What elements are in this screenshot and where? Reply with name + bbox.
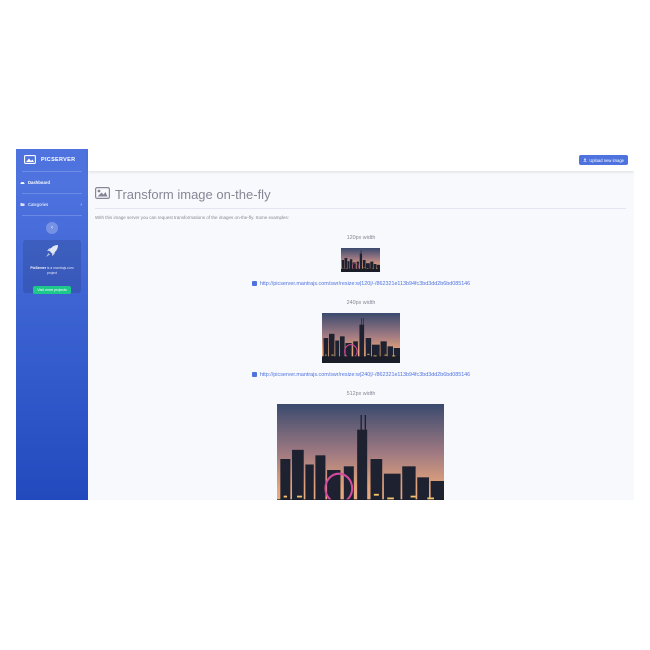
- sidebar-divider: [22, 215, 82, 216]
- sidebar-toggle-button[interactable]: ‹: [46, 222, 58, 234]
- main-content: Transform image on-the-fly With this ima…: [88, 171, 634, 500]
- chevron-right-icon: ›: [80, 201, 82, 208]
- copy-icon: [251, 281, 257, 286]
- sidebar-item-dashboard[interactable]: Dashboard: [16, 172, 88, 193]
- example-image-120: [341, 248, 380, 272]
- rocket-icon: [44, 245, 60, 263]
- example-label: 512px width: [346, 391, 376, 397]
- picture-icon: [24, 154, 36, 166]
- sidebar-item-categories[interactable]: Categories ›: [16, 194, 88, 215]
- folder-icon: [20, 202, 25, 208]
- image-icon: [95, 187, 111, 202]
- title-divider: [95, 208, 626, 209]
- app-window: PICSERVER Dashboard Categories › ‹ PicSe…: [16, 149, 634, 500]
- example-url-link[interactable]: http://picserver.mantrajs.com/swr/resize…: [88, 281, 634, 287]
- brand[interactable]: PICSERVER: [16, 149, 88, 171]
- upload-image-button[interactable]: Upload new image: [579, 155, 628, 165]
- example-url-link[interactable]: http://picserver.mantrajs.com/swr/resize…: [88, 372, 634, 378]
- intro-text: With this image server you can request t…: [95, 215, 290, 220]
- dashboard-icon: [20, 180, 25, 186]
- sidebar-item-label: Categories: [28, 202, 49, 207]
- example-label: 240px width: [346, 300, 376, 306]
- promo-text: PicServer is a mantrajs.com project: [30, 266, 74, 275]
- page-title: Transform image on-the-fly: [95, 187, 271, 202]
- chevron-left-icon: ‹: [51, 225, 53, 231]
- page-title-text: Transform image on-the-fly: [115, 187, 271, 202]
- sidebar-item-label: Dashboard: [28, 180, 50, 185]
- example-image-512: [277, 404, 444, 500]
- topbar: Upload new image: [88, 149, 634, 171]
- brand-name: PICSERVER: [41, 157, 76, 163]
- upload-button-label: Upload new image: [589, 157, 624, 163]
- copy-icon: [251, 372, 257, 377]
- example-image-240: [322, 313, 400, 363]
- visit-projects-button[interactable]: Visit more projects: [33, 286, 71, 294]
- download-icon: [583, 157, 587, 163]
- example-label: 120px width: [346, 235, 376, 241]
- sidebar: PICSERVER Dashboard Categories › ‹ PicSe…: [16, 149, 88, 500]
- promo-card: PicServer is a mantrajs.com project Visi…: [23, 240, 81, 294]
